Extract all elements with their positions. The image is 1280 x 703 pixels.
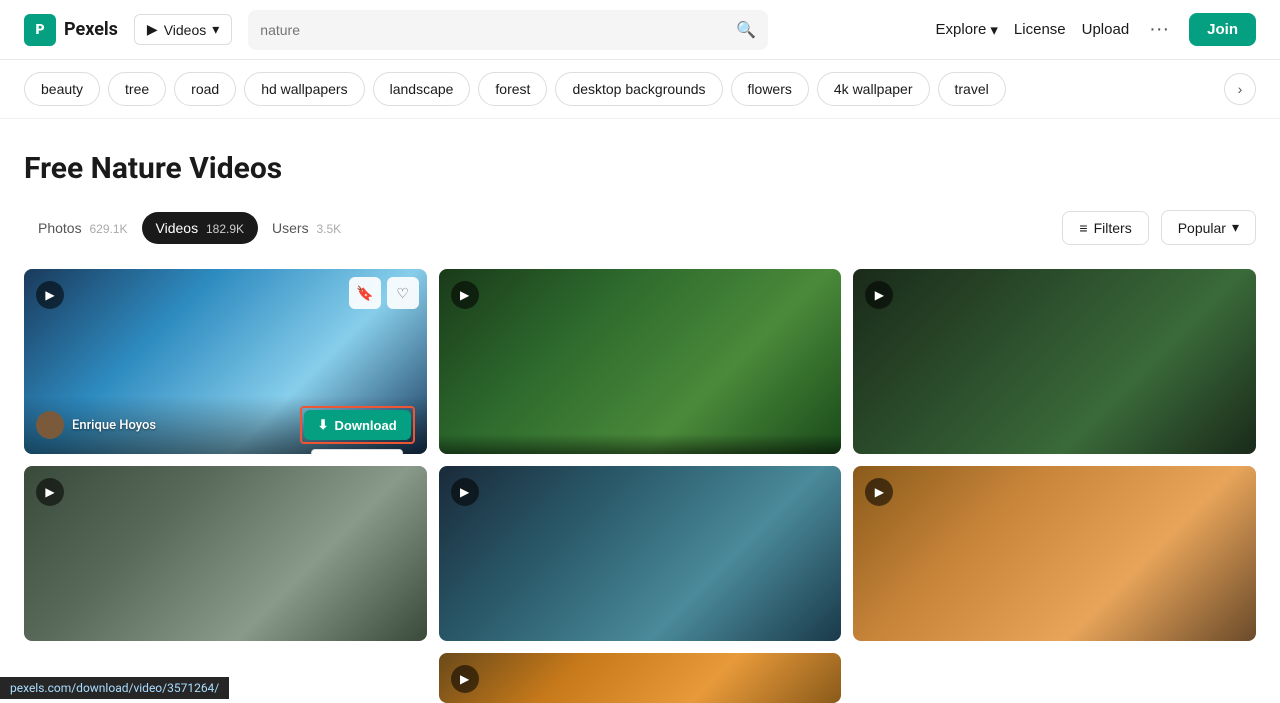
play-button[interactable]: ▶	[865, 281, 893, 309]
more-options-button[interactable]: ···	[1145, 18, 1173, 41]
avatar	[36, 411, 64, 439]
download-button[interactable]: ⬇ Download	[304, 410, 411, 440]
tag-beauty[interactable]: beauty	[24, 72, 100, 106]
license-button[interactable]: License	[1014, 21, 1066, 38]
play-button[interactable]: ▶	[36, 478, 64, 506]
video-card[interactable]: ▶	[853, 466, 1256, 641]
chevron-down-icon: ▾	[990, 21, 998, 39]
status-bar: pexels.com/download/video/3571264/	[0, 677, 229, 699]
videos-dropdown-button[interactable]: ▶ Videos ▾	[134, 14, 232, 45]
explore-button[interactable]: Explore ▾	[936, 21, 998, 39]
tag-travel[interactable]: travel	[938, 72, 1006, 106]
search-input[interactable]	[260, 22, 736, 38]
page-title: Free Nature Videos	[24, 151, 1256, 186]
video-card[interactable]: ▶ 🔖 ♡ Enrique Hoyos ⬇ Download	[24, 269, 427, 454]
card-bottom: Enrique Hoyos ⬇ Download Download	[24, 396, 427, 454]
download-icon: ⬇	[318, 417, 329, 433]
join-button[interactable]: Join	[1189, 13, 1256, 46]
chevron-down-icon: ▾	[212, 21, 219, 38]
tab-users[interactable]: Users 3.5K	[258, 212, 355, 244]
videos-label: Videos	[164, 22, 207, 38]
author-info: Enrique Hoyos	[36, 411, 156, 439]
tag-forest[interactable]: forest	[478, 72, 547, 106]
filter-icon: ≡	[1079, 220, 1087, 236]
play-button[interactable]: ▶	[451, 281, 479, 309]
logo-text: Pexels	[64, 19, 118, 40]
popular-dropdown-button[interactable]: Popular ▾	[1161, 210, 1256, 245]
filter-tabs: Photos 629.1K Videos 182.9K Users 3.5K	[24, 212, 355, 244]
bookmark-button[interactable]: 🔖	[349, 277, 381, 309]
header-right: Explore ▾ License Upload ··· Join	[936, 13, 1256, 46]
play-button[interactable]: ▶	[451, 665, 479, 693]
card-actions: 🔖 ♡	[349, 277, 419, 309]
tag-desktop-backgrounds[interactable]: desktop backgrounds	[555, 72, 722, 106]
play-button[interactable]: ▶	[865, 478, 893, 506]
tab-videos[interactable]: Videos 182.9K	[142, 212, 259, 244]
tag-4k-wallpaper[interactable]: 4k wallpaper	[817, 72, 930, 106]
video-card[interactable]: ▶	[24, 466, 427, 641]
filter-right: ≡ Filters Popular ▾	[1062, 210, 1256, 245]
tag-flowers[interactable]: flowers	[731, 72, 809, 106]
author-name: Enrique Hoyos	[72, 418, 156, 433]
logo-icon: P	[24, 14, 56, 46]
tags-scroll-right-button[interactable]: ›	[1224, 73, 1256, 105]
play-button[interactable]: ▶	[451, 478, 479, 506]
video-card[interactable]: ▶	[439, 653, 842, 703]
tag-hd-wallpapers[interactable]: hd wallpapers	[244, 72, 364, 106]
video-grid: ▶ 🔖 ♡ Enrique Hoyos ⬇ Download	[24, 269, 1256, 703]
upload-button[interactable]: Upload	[1082, 21, 1130, 38]
video-card[interactable]: ▶	[853, 269, 1256, 454]
header: P Pexels ▶ Videos ▾ 🔍 Explore ▾ License …	[0, 0, 1280, 60]
play-button[interactable]: ▶	[36, 281, 64, 309]
like-button[interactable]: ♡	[387, 277, 419, 309]
tooltip-highlight: ⬇ Download	[300, 406, 415, 444]
download-tooltip: Download	[311, 449, 403, 454]
video-card[interactable]: ▶	[439, 466, 842, 641]
tag-road[interactable]: road	[174, 72, 236, 106]
tag-landscape[interactable]: landscape	[373, 72, 471, 106]
chevron-down-icon: ▾	[1232, 219, 1239, 236]
filters-button[interactable]: ≡ Filters	[1062, 211, 1148, 245]
explore-label: Explore	[936, 21, 987, 38]
tags-row: beauty tree road hd wallpapers landscape…	[0, 60, 1280, 119]
search-icon: 🔍	[736, 20, 756, 39]
video-icon: ▶	[147, 21, 158, 38]
card-bottom	[439, 434, 842, 454]
tag-tree[interactable]: tree	[108, 72, 166, 106]
video-card[interactable]: ▶	[439, 269, 842, 454]
download-wrapper: ⬇ Download Download	[300, 406, 415, 444]
filter-bar: Photos 629.1K Videos 182.9K Users 3.5K ≡…	[24, 210, 1256, 245]
main-content: Free Nature Videos Photos 629.1K Videos …	[0, 119, 1280, 703]
logo-link[interactable]: P Pexels	[24, 14, 118, 46]
search-bar: 🔍	[248, 10, 768, 50]
tab-photos[interactable]: Photos 629.1K	[24, 212, 142, 244]
